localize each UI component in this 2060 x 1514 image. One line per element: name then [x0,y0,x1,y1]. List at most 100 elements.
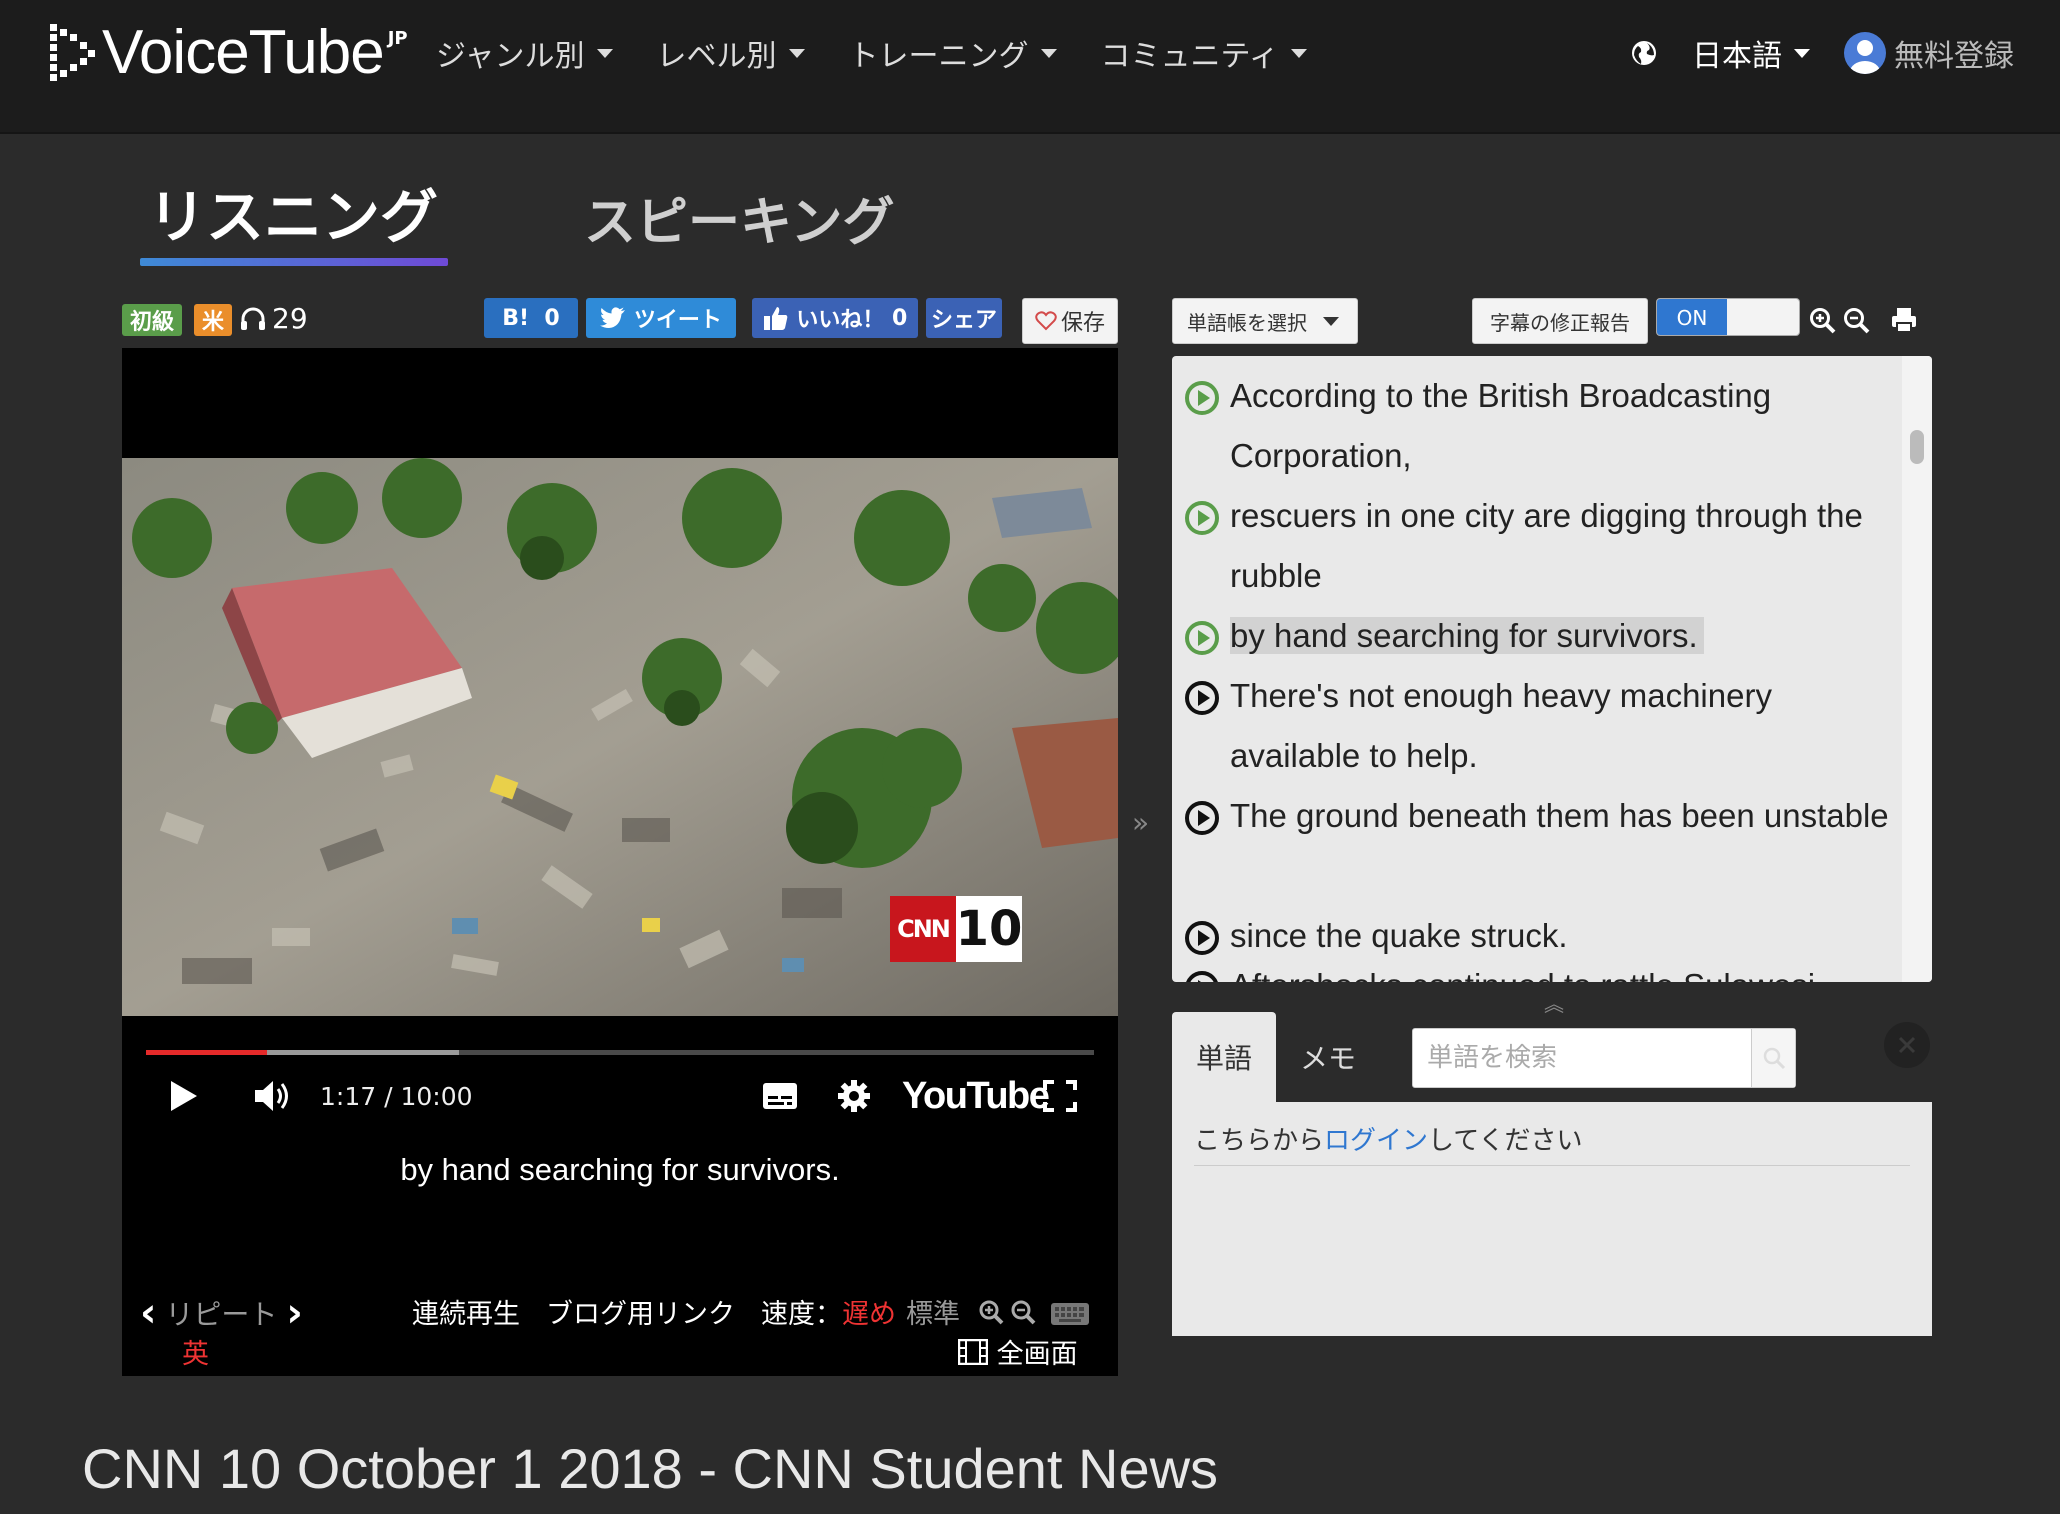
nav-right: 日本語 無料登録 [1630,30,2014,76]
caret-down-icon [788,48,805,58]
subtitle-language-toggle[interactable]: 英 [182,1332,209,1371]
play-icon [171,1081,197,1111]
like-count: 0 [892,305,908,331]
tab-speaking[interactable]: スピーキング [584,180,894,255]
subtitles-button[interactable] [758,1068,802,1124]
chevron-up-icon[interactable]: ︽ [1544,988,1564,1017]
save-label: 保存 [1060,311,1105,336]
fullscreen-link[interactable]: 全画面 [958,1332,1078,1371]
accent-badge: 米 [194,304,232,336]
facebook-share-button[interactable]: シェア [926,298,1002,338]
transcript-line[interactable]: There's not enough heavy machinery avail… [1184,666,1904,786]
volume-button[interactable] [248,1068,298,1124]
vocabulary-book-select[interactable]: 単語帳を選択 [1172,298,1358,344]
transcript-line[interactable]: According to the British Broadcasting Co… [1184,366,1904,486]
play-circle-icon[interactable] [1184,970,1220,982]
play-circle-icon[interactable] [1184,380,1220,416]
transcript-line[interactable]: rescuers in one city are digging through… [1184,486,1904,606]
volume-icon [255,1081,288,1111]
collapse-panel-icon[interactable]: » [1132,806,1149,839]
caret-down-icon [596,48,613,58]
nav-community[interactable]: コミュニティ [1101,30,1307,76]
hatena-label: B! [502,305,530,331]
cnn-logo-number: 10 [956,896,1022,962]
close-icon[interactable] [1884,1022,1930,1068]
search-icon [1763,1047,1785,1070]
report-subtitle-button[interactable]: 字幕の修正報告 [1472,298,1648,344]
tweet-label: ツイート [633,308,722,333]
chevron-right-icon[interactable]: › [286,1290,302,1336]
play-circle-icon[interactable] [1184,620,1220,656]
page-title: CNN 10 October 1 2018 - CNN Student News [82,1437,1219,1500]
video-subtitle: by hand searching for survivors. [400,1152,840,1187]
voicetube-logo[interactable]: VoiceTube JP [48,18,408,88]
vocab-select-label: 単語帳を選択 [1187,310,1307,335]
globe-icon[interactable] [1630,39,1658,67]
user-avatar-icon[interactable] [1844,32,1886,74]
settings-button[interactable] [834,1068,874,1124]
zoom-in-icon[interactable] [1808,306,1836,334]
toggle-on-label: ON [1657,299,1727,335]
continuous-play-link[interactable]: 連続再生 [412,1292,520,1331]
search-button[interactable] [1751,1029,1795,1087]
logo-text: VoiceTube [102,18,385,87]
nav-training[interactable]: トレーニング [849,30,1057,76]
zoom-in-icon[interactable] [978,1299,1004,1325]
transcript-line[interactable]: Aftershocks continued to rattle Sulawesi [1184,956,1904,982]
video-player[interactable]: CNN 10 1:17 / 10:00 YouTube by hand sear… [122,348,1118,1376]
speed-normal-option[interactable]: 標準 [906,1292,960,1331]
transcript-line[interactable]: The ground beneath them has been unstabl… [1184,786,1904,846]
fullscreen-button[interactable] [1040,1068,1080,1124]
tab-word[interactable]: 単語 [1172,1012,1276,1102]
like-label: いいね！ [796,308,885,333]
caret-down-icon [1290,48,1307,58]
tab-listening[interactable]: リスニング [148,170,438,254]
scrollbar-thumb[interactable] [1910,430,1924,464]
play-circle-icon[interactable] [1184,500,1220,536]
language-selector[interactable]: 日本語 [1692,31,1810,75]
login-suffix: してください [1428,1126,1583,1156]
nav-genre[interactable]: ジャンル別 [436,30,613,76]
zoom-out-icon[interactable] [1010,1299,1036,1325]
facebook-like-button[interactable]: いいね！ 0 [752,298,918,338]
listen-count-value: 29 [272,302,308,335]
play-circle-icon[interactable] [1184,920,1220,956]
play-circle-icon[interactable] [1184,680,1220,716]
transcript-text: The ground beneath them has been unstabl… [1230,797,1889,834]
tab-memo[interactable]: メモ [1276,1012,1380,1102]
hatena-bookmark-button[interactable]: B! 0 [484,298,578,338]
blog-link[interactable]: ブログ用リンク [546,1292,735,1331]
time-display: 1:17 / 10:00 [320,1081,473,1111]
transcript-scrollbar[interactable] [1902,356,1932,982]
logo-region: JP [387,28,408,49]
zoom-out-icon[interactable] [1842,306,1870,334]
keyboard-icon[interactable] [1050,1298,1090,1326]
play-button[interactable] [162,1068,206,1124]
signup-link[interactable]: 無料登録 [1894,31,2014,75]
word-search-input[interactable] [1413,1029,1751,1087]
save-button[interactable]: 保存 [1022,298,1118,344]
subtitle-toggle[interactable]: ON [1656,298,1800,336]
nav-level[interactable]: レベル別 [657,30,805,76]
transcript-panel[interactable]: According to the British Broadcasting Co… [1172,356,1932,982]
seek-bar[interactable] [146,1050,1094,1055]
played-bar [146,1050,268,1055]
print-icon[interactable] [1890,306,1918,334]
play-circle-icon[interactable] [1184,800,1220,836]
chevron-left-icon[interactable]: ‹ [140,1290,156,1336]
repeat-control[interactable]: ‹ リピート › [140,1290,303,1336]
speed-label: 速度： [761,1299,842,1330]
transcript-text-highlighted: by hand searching for survivors. [1230,617,1704,654]
transcript-text: rescuers in one city are digging through… [1230,497,1863,594]
transcript-line-current[interactable]: by hand searching for survivors. [1184,606,1904,666]
speed-slow-option[interactable]: 遅め [842,1292,896,1331]
video-frame[interactable]: CNN 10 [122,458,1118,1016]
repeat-label: リピート [165,1298,278,1331]
caret-down-icon [1040,48,1057,58]
login-link[interactable]: ログイン [1324,1126,1428,1156]
hatena-count: 0 [544,305,560,331]
active-tab-underline [140,258,448,266]
tweet-button[interactable]: ツイート [586,298,736,338]
youtube-logo[interactable]: YouTube [902,1068,1050,1124]
transcript-text: According to the British Broadcasting Co… [1230,377,1772,474]
